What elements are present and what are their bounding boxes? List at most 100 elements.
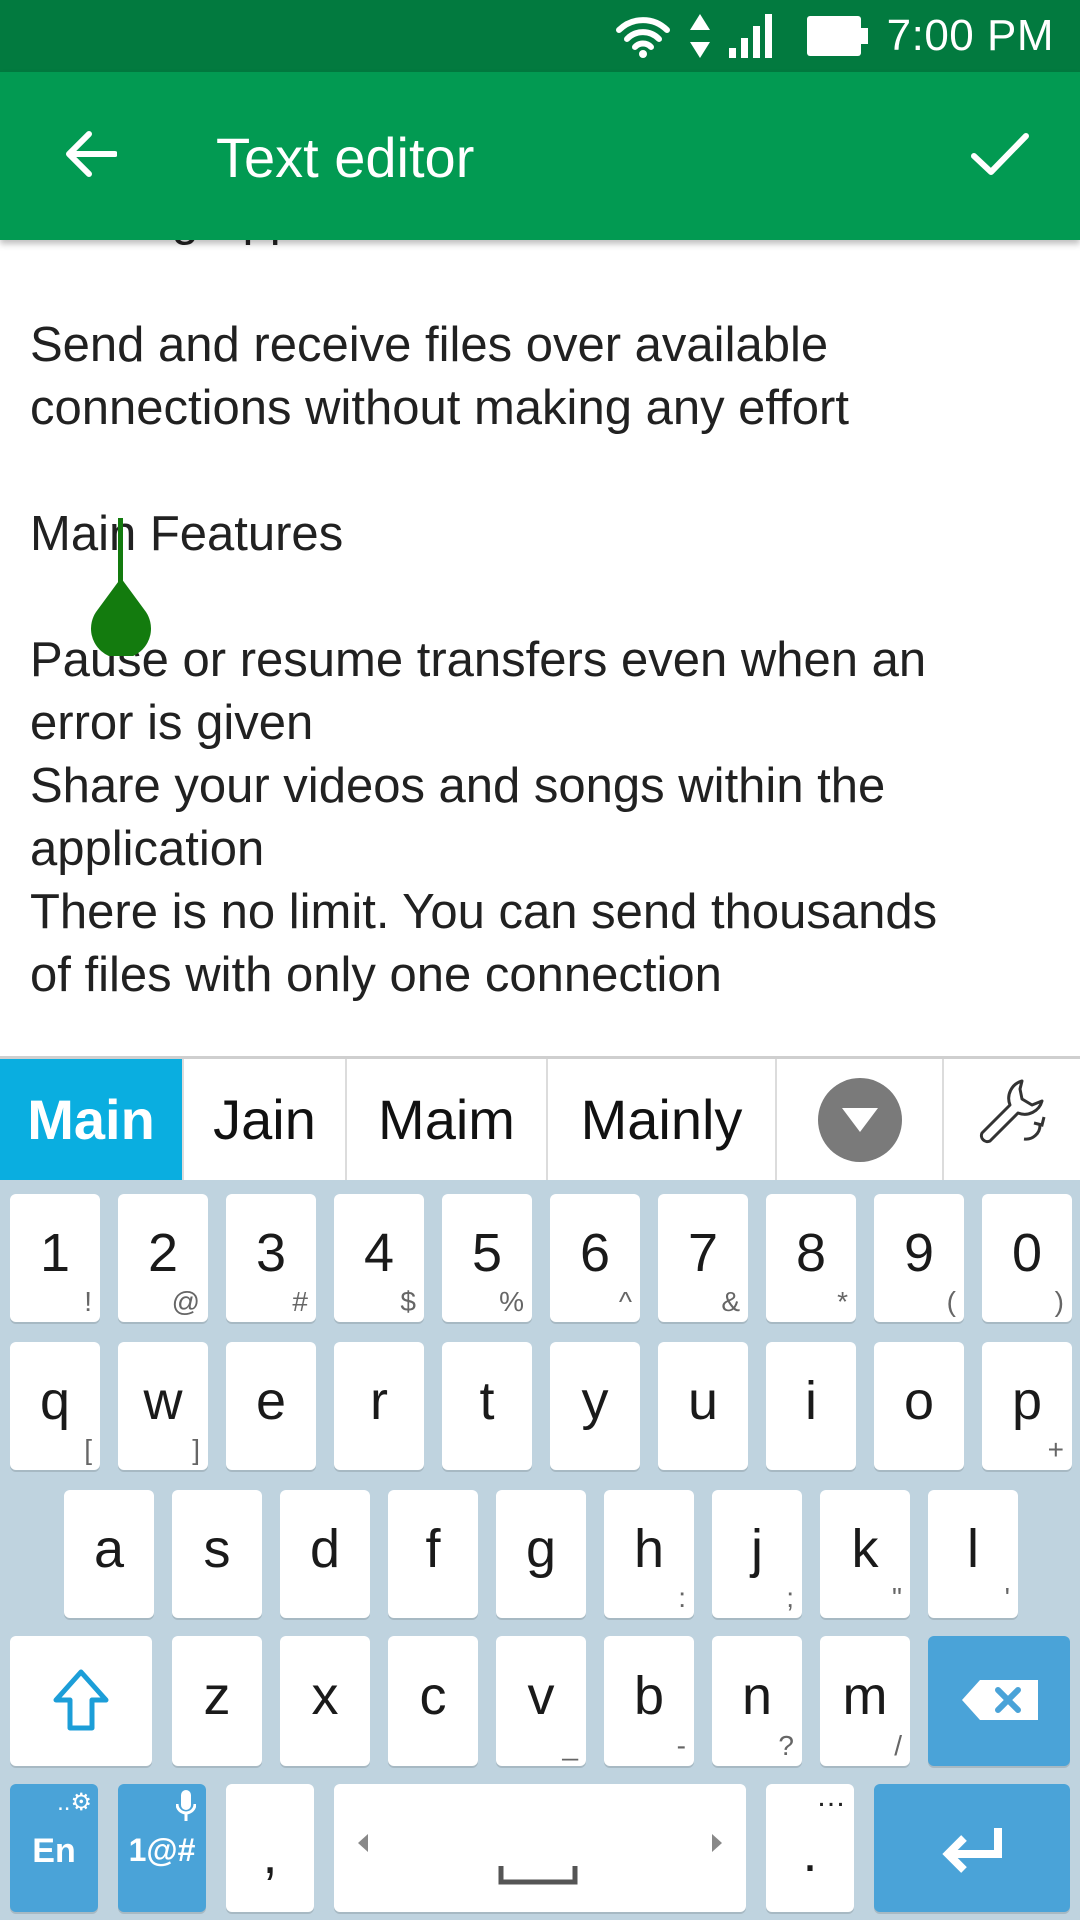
key-t[interactable]: t [442,1342,532,1470]
key-label: l [967,1519,979,1579]
key-x[interactable]: x [280,1636,370,1766]
suggestion-item[interactable]: Maim [347,1059,548,1180]
key-1[interactable]: 1! [10,1194,100,1322]
key-u[interactable]: u [658,1342,748,1470]
key-secondary-label: " [892,1582,902,1613]
mic-icon [175,1790,197,1827]
key-9[interactable]: 9( [874,1194,964,1322]
key-secondary-label: ] [192,1434,200,1465]
key-q[interactable]: q[ [10,1342,100,1470]
key-secondary-label: / [894,1730,902,1761]
editor-line: connections without making any effort [30,381,849,435]
key-0[interactable]: 0) [982,1194,1072,1322]
key-d[interactable]: d [280,1490,370,1618]
text-cursor [118,518,123,586]
key-m[interactable]: m / [820,1636,910,1766]
key-secondary-label: ) [1054,1286,1064,1317]
key-2[interactable]: 2 @ [118,1194,208,1322]
key-secondary-label: % [499,1286,524,1317]
key-label: i [805,1371,817,1431]
key-n[interactable]: n? [712,1636,802,1766]
suggestion-item[interactable]: Jain [184,1059,347,1180]
key-label: b [633,1666,665,1726]
key-secondary-label: + [1047,1434,1064,1465]
editor-line: There is no limit. You can send thousand… [30,885,938,939]
key-5[interactable]: 5% [442,1194,532,1322]
key-r[interactable]: r [334,1342,424,1470]
key-label: h [633,1519,665,1579]
battery-icon [806,16,869,56]
key-e[interactable]: e [226,1342,316,1470]
key-p[interactable]: p + [982,1342,1072,1470]
key-8[interactable]: 8 * [766,1194,856,1322]
key-label: d [309,1519,341,1579]
key-label: p [1011,1371,1043,1431]
key-w[interactable]: w] [118,1342,208,1470]
chevron-left-icon [356,1832,370,1859]
key-s[interactable]: s [172,1490,262,1618]
key-label: x [311,1666,339,1726]
editor-line: Send and receive files over available [30,318,829,372]
key-g[interactable]: g [496,1490,586,1618]
key-c[interactable]: c [388,1636,478,1766]
comma-key[interactable]: , [226,1784,314,1912]
key-label: f [425,1519,441,1579]
soft-keyboard: 1! 2 @3 #4 $5% 6 ^ 7 & 8 * 9(0) q[w] e r t y u i o p + a s d f g h:… [0,1180,1080,1920]
key-3[interactable]: 3 # [226,1194,316,1322]
key-label: 7 [687,1223,719,1283]
key-i[interactable]: i [766,1342,856,1470]
expand-suggestions-button[interactable] [777,1059,944,1180]
key-l[interactable]: l ' [928,1490,1018,1618]
status-time: 7:00 PM [886,11,1054,60]
symbols-key[interactable]: 1@# [118,1784,206,1912]
key-secondary-label: & [721,1286,740,1317]
period-key[interactable]: …. [766,1780,854,1912]
cursor-handle[interactable] [90,578,152,659]
key-j[interactable]: j; [712,1490,802,1618]
suggestion-item[interactable]: Mainly [548,1059,777,1180]
key-k[interactable]: k " [820,1490,910,1618]
chevron-right-icon [710,1832,724,1859]
key-h[interactable]: h: [604,1490,694,1618]
key-y[interactable]: y [550,1342,640,1470]
period-label: . [802,1823,818,1883]
key-label: e [255,1371,287,1431]
keyboard-settings-button[interactable] [944,1059,1080,1180]
language-key[interactable]: ..⚙ En [10,1784,98,1912]
ellipsis-label: … [816,1780,846,1813]
key-label: u [687,1371,719,1431]
key-4[interactable]: 4 $ [334,1194,424,1322]
comma-label: , [262,1825,278,1885]
key-6[interactable]: 6 ^ [550,1194,640,1322]
key-secondary-label: ' [1004,1582,1010,1613]
signal-icon [728,14,775,58]
key-b[interactable]: b- [604,1636,694,1766]
key-label: a [93,1519,125,1579]
editor-line: error is given [30,696,314,750]
key-o[interactable]: o [874,1342,964,1470]
key-7[interactable]: 7 & [658,1194,748,1322]
enter-key[interactable] [874,1784,1070,1912]
key-z[interactable]: z [172,1636,262,1766]
back-button[interactable] [40,106,140,206]
shift-key[interactable] [10,1636,152,1766]
triangle-down-icon [817,1077,902,1162]
key-secondary-label: [ [84,1434,92,1465]
key-secondary-label: _ [562,1730,578,1761]
space-bar[interactable] [334,1784,746,1912]
done-button[interactable] [950,106,1050,206]
key-label: y [581,1371,609,1431]
key-label: s [203,1519,231,1579]
wifi-icon [615,14,671,58]
key-v[interactable]: v _ [496,1636,586,1766]
key-label: 0 [1011,1223,1043,1283]
key-f[interactable]: f [388,1490,478,1618]
key-label: c [419,1666,447,1726]
key-label: m [842,1666,888,1726]
text-editor-area[interactable]: Sharing Application Send and receive file… [0,240,1080,1056]
suggestion-item[interactable]: Main [0,1059,184,1180]
backspace-key[interactable] [928,1636,1070,1766]
editor-text-content[interactable]: Sharing Application Send and receive file… [30,240,1060,1007]
key-a[interactable]: a [64,1490,154,1618]
